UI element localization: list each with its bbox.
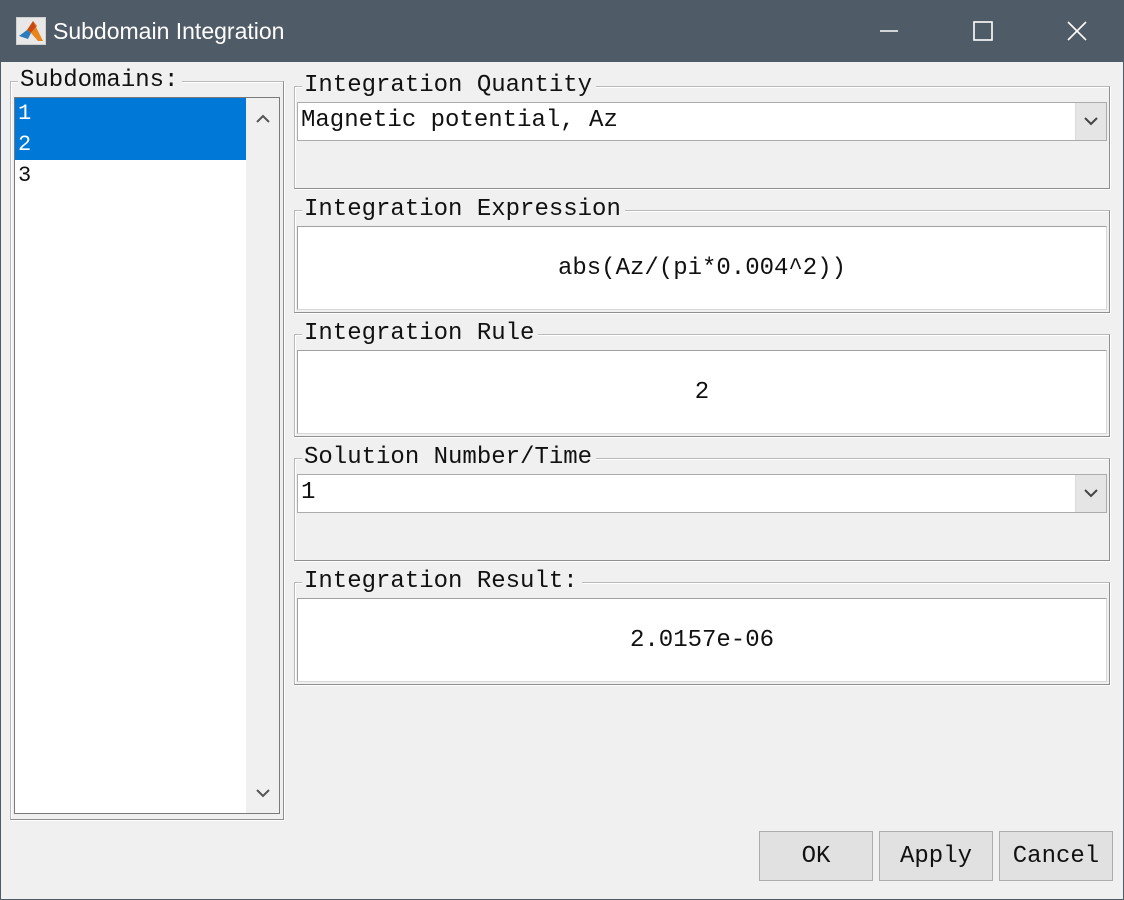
list-item[interactable]: 1 <box>15 98 246 129</box>
maximize-icon <box>973 21 993 41</box>
maximize-button[interactable] <box>936 0 1030 62</box>
integration-quantity-value: Magnetic potential, Az <box>301 107 618 134</box>
chevron-down-icon <box>1084 117 1098 126</box>
integration-rule-label: Integration Rule <box>302 321 539 347</box>
solution-number-dropdown[interactable]: 1 <box>297 474 1107 513</box>
scroll-up-button[interactable] <box>246 98 279 138</box>
integration-quantity-label: Integration Quantity <box>302 73 597 99</box>
integration-result-field: 2.0157e-06 <box>297 598 1107 682</box>
list-item[interactable]: 2 <box>15 129 246 160</box>
chevron-down-icon <box>255 788 270 797</box>
minimize-icon <box>880 30 898 32</box>
solution-number-value: 1 <box>301 479 316 506</box>
window-title: Subdomain Integration <box>53 18 285 44</box>
matlab-logo-icon <box>16 17 46 45</box>
apply-button[interactable]: Apply <box>879 831 993 881</box>
scroll-down-button[interactable] <box>246 773 279 813</box>
integration-quantity-dropdown[interactable]: Magnetic potential, Az <box>297 102 1107 141</box>
minimize-button[interactable] <box>842 0 936 62</box>
close-icon <box>1067 21 1087 41</box>
dropdown-button[interactable] <box>1075 475 1106 512</box>
title-bar: Subdomain Integration <box>0 0 1124 62</box>
subdomains-listbox[interactable]: 1 2 3 <box>14 97 280 814</box>
subdomains-label: Subdomains: <box>18 68 183 94</box>
cancel-button[interactable]: Cancel <box>999 831 1113 881</box>
ok-button[interactable]: OK <box>759 831 873 881</box>
list-item[interactable]: 3 <box>15 160 246 191</box>
close-button[interactable] <box>1030 0 1124 62</box>
integration-expression-label: Integration Expression <box>302 197 625 223</box>
integration-expression-field[interactable]: abs(Az/(pi*0.004^2)) <box>297 226 1107 310</box>
vertical-scrollbar[interactable] <box>246 98 279 813</box>
chevron-up-icon <box>255 114 270 123</box>
integration-rule-field[interactable]: 2 <box>297 350 1107 434</box>
dropdown-button[interactable] <box>1075 103 1106 140</box>
integration-result-label: Integration Result: <box>302 569 582 595</box>
solution-number-label: Solution Number/Time <box>302 445 597 471</box>
chevron-down-icon <box>1084 489 1098 498</box>
